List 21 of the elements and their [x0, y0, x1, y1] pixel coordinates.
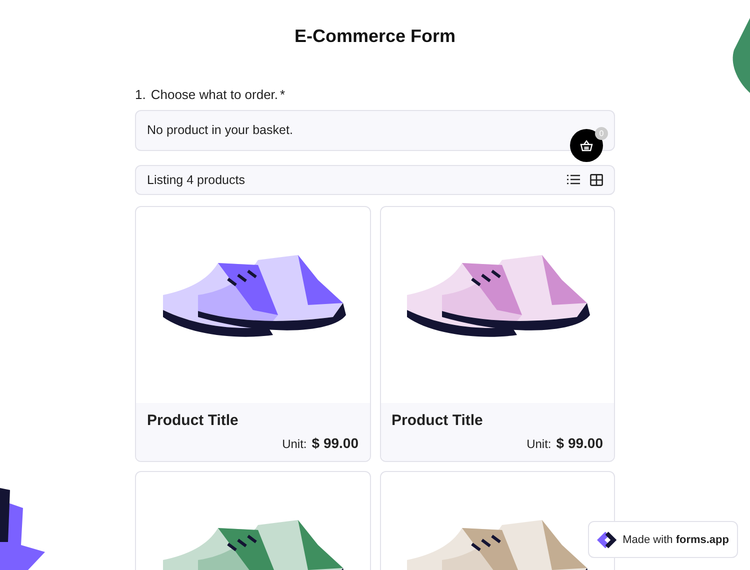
- forms-app-logo-icon: [597, 528, 617, 550]
- made-with-badge[interactable]: Made with forms.app: [588, 521, 738, 558]
- grid-view-icon[interactable]: [590, 174, 603, 186]
- basket-button[interactable]: [570, 129, 603, 162]
- question-number: 1.: [135, 87, 146, 102]
- product-price: $ 99.00: [556, 435, 603, 451]
- basket-message: No product in your basket.: [147, 123, 293, 137]
- product-title: Product Title: [392, 412, 484, 429]
- form-title: E-Commerce Form: [293, 26, 457, 47]
- product-title: Product Title: [147, 412, 240, 429]
- listing-label: Listing 4 products: [147, 173, 245, 187]
- product-price: $ 99.00: [312, 435, 358, 451]
- product-card[interactable]: Product Title Unit: $ 99.00: [380, 206, 615, 462]
- list-view-icon[interactable]: [567, 174, 580, 185]
- basket-icon: [580, 140, 593, 152]
- product-card[interactable]: Product Title Unit: $ 99.00: [135, 206, 370, 462]
- required-mark: *: [280, 87, 286, 102]
- unit-label: Unit:: [282, 437, 307, 451]
- unit-label: Unit:: [526, 437, 552, 451]
- made-with-text: Made with forms.app: [622, 534, 729, 546]
- question-label: Choose what to order.: [150, 87, 278, 102]
